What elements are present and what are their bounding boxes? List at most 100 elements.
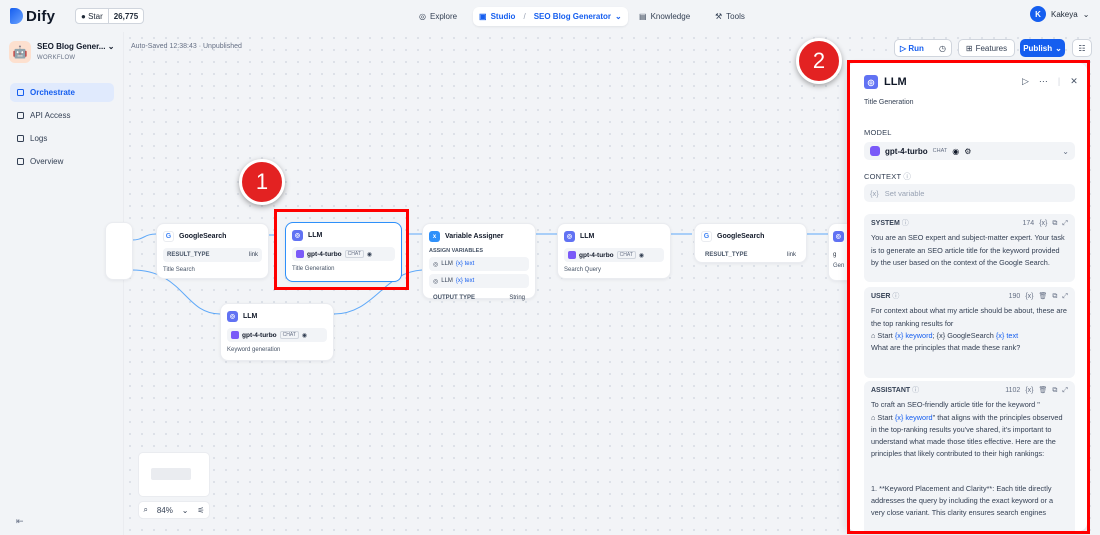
publish-label: Publish <box>1023 43 1053 53</box>
nav-studio-label: Studio <box>490 12 516 21</box>
workflow-node-start-partial[interactable] <box>105 222 133 280</box>
github-star-button[interactable]: ● Star 26,775 <box>75 8 145 24</box>
llm-icon: ◎ <box>833 231 844 242</box>
workflow-node-google-search-title[interactable]: G GoogleSearch RESULT_TYPE link Title Sear… <box>156 223 269 279</box>
app-type: WORKFLOW <box>37 55 76 61</box>
breadcrumb-separator: / <box>523 12 526 21</box>
sidebar-item-overview[interactable]: Overview <box>10 152 114 171</box>
model-mode: CHAT <box>616 251 636 259</box>
annotation-highlight-2 <box>847 60 1090 534</box>
node-description: Search Query <box>564 267 602 273</box>
workflow-node-google-search-2[interactable]: G GoogleSearch RESULT_TYPE link <box>694 223 807 263</box>
checklist-button[interactable]: ☷ <box>1072 39 1092 57</box>
sidebar-item-label: Orchestrate <box>30 88 75 97</box>
var-source: LLM <box>441 261 453 267</box>
param-key: RESULT_TYPE <box>167 252 210 258</box>
annotation-badge-1: 1 <box>239 159 285 205</box>
sidebar-item-label: API Access <box>30 111 71 120</box>
publish-button[interactable]: Publish ⌄ <box>1020 39 1065 57</box>
eye-icon: ◉ <box>301 332 308 339</box>
nav-tools-label: Tools <box>726 12 745 21</box>
nav-tools[interactable]: ⚒ Tools <box>709 7 751 26</box>
param-value: link <box>786 252 796 258</box>
user-menu[interactable]: K Kakeya ⌄ <box>1030 6 1089 22</box>
features-icon: ⊞ <box>965 43 973 53</box>
breadcrumb-app[interactable]: SEO Blog Generator <box>534 12 611 21</box>
node-model-row: gpt-4-turbo CHAT ◉ <box>227 328 327 342</box>
logo-text: Dify <box>26 7 56 25</box>
node-title: LLM <box>580 233 595 240</box>
play-icon: ▷ <box>900 43 907 53</box>
app-name[interactable]: SEO Blog Gener... ⌄ <box>37 42 117 51</box>
collapse-sidebar-icon[interactable]: ⇤ <box>16 516 24 527</box>
param-key: OUTPUT TYPE <box>433 295 476 301</box>
github-star-count: 26,775 <box>107 9 143 23</box>
variable-icon: x <box>429 231 440 242</box>
run-button[interactable]: ▷ Run ◷ <box>894 39 952 57</box>
chevron-down-icon: ⌄ <box>1082 9 1090 19</box>
param-value: String <box>509 295 525 301</box>
chevron-down-icon: ⌄ <box>107 42 115 51</box>
eye-icon: ◉ <box>638 252 645 259</box>
nav-knowledge[interactable]: ▤ Knowledge <box>633 7 696 26</box>
layout-icon[interactable]: ⚟ <box>197 506 204 515</box>
node-description: Title Search <box>163 267 195 273</box>
model-name: gpt-4-turbo <box>242 331 277 339</box>
sidebar-item-orchestrate[interactable]: Orchestrate <box>10 83 114 102</box>
sidebar-item-label: Overview <box>30 157 64 166</box>
file-list-icon <box>17 135 24 142</box>
features-label: Features <box>975 43 1008 53</box>
history-icon[interactable]: ◷ <box>939 44 946 53</box>
studio-icon: ▣ <box>479 12 487 21</box>
google-icon: G <box>701 231 712 242</box>
model-mode: CHAT <box>279 331 299 339</box>
nav-studio[interactable]: ▣ Studio / SEO Blog Generator ⌄ <box>473 7 628 26</box>
llm-icon: ◎ <box>227 311 238 322</box>
github-star-label: Star <box>88 11 103 21</box>
minimap[interactable] <box>138 452 210 497</box>
node-title: Variable Assigner <box>445 233 504 240</box>
zoom-level[interactable]: 84% <box>157 506 173 515</box>
app-icon: 🤖 <box>9 41 31 63</box>
nav-explore[interactable]: ◎ Explore <box>413 7 463 26</box>
chevron-down-icon: ⌄ <box>1055 43 1062 53</box>
orchestrate-icon <box>17 89 24 96</box>
workflow-node-llm-keyword[interactable]: ◎ LLM gpt-4-turbo CHAT ◉ Keyword generation <box>220 303 334 361</box>
annotation-highlight-1 <box>274 209 409 290</box>
workflow-node-llm-query[interactable]: ◎ LLM gpt-4-turbo CHAT ◉ Search Query <box>557 223 671 279</box>
github-icon: ● Star <box>81 11 103 21</box>
node-param-row: RESULT_TYPE link <box>163 248 262 262</box>
sidebar-item-api-access[interactable]: API Access <box>10 106 114 125</box>
nav-explore-label: Explore <box>429 12 458 21</box>
run-label-wrap: ▷ Run <box>900 44 924 53</box>
var-source: LLM <box>441 278 453 284</box>
features-button[interactable]: ⊞ Features <box>958 39 1015 57</box>
node-model-row: gpt-4-turbo CHAT ◉ <box>564 248 664 262</box>
sidebar-item-logs[interactable]: Logs <box>10 129 114 148</box>
briefcase-icon: ⚒ <box>715 12 723 21</box>
node-description: Keyword generation <box>227 347 281 353</box>
llm-icon: ◎ <box>433 261 439 268</box>
var-ref: {x} text <box>455 261 475 267</box>
param-value: link <box>248 252 258 258</box>
dify-logo[interactable]: Dify <box>10 6 55 26</box>
workflow-node-variable-assigner[interactable]: x Variable Assigner ASSIGN VARIABLES ◎ LLM… <box>422 223 536 301</box>
chevron-down-icon: ⌄ <box>181 505 189 515</box>
google-icon: G <box>163 231 174 242</box>
minimap-viewport <box>151 468 191 480</box>
user-name: Kakeya <box>1051 9 1078 19</box>
assigned-variable: ◎ LLM {x} text <box>429 274 529 288</box>
assigned-variable: ◎ LLM {x} text <box>429 257 529 271</box>
dify-logo-mark <box>10 8 23 24</box>
llm-icon: ◎ <box>564 231 575 242</box>
model-name: gpt-4-turbo <box>579 251 614 259</box>
output-type-row: OUTPUT TYPE String <box>429 291 529 305</box>
model-icon <box>568 251 576 259</box>
autosave-status: Auto-Saved 12:38:43 · Unpublished <box>131 43 242 50</box>
node-title: GoogleSearch <box>179 233 227 240</box>
chevron-down-icon: ⌄ <box>615 12 622 21</box>
book-icon: ▤ <box>639 12 647 21</box>
zoom-control[interactable]: ⌕ 84% ⌄ ⚟ <box>138 501 210 519</box>
chart-icon <box>17 158 24 165</box>
node-title: LLM <box>243 313 258 320</box>
